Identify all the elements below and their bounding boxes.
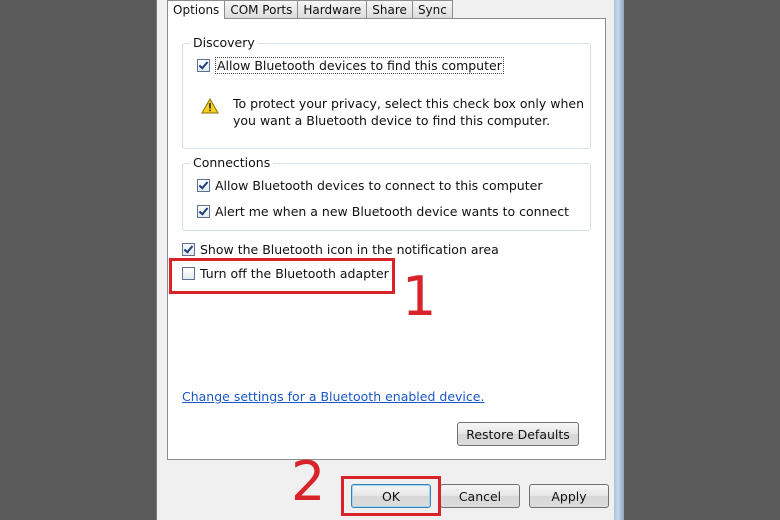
tab-hardware[interactable]: Hardware [297, 0, 368, 18]
options-page: Discovery Allow Bluetooth devices to fin… [167, 18, 606, 460]
allow-find-checkbox[interactable] [197, 59, 210, 72]
discovery-group-title: Discovery [190, 35, 258, 50]
allow-find-checkbox-row[interactable]: Allow Bluetooth devices to find this com… [197, 57, 504, 74]
discovery-group: Discovery Allow Bluetooth devices to fin… [182, 35, 591, 149]
allow-find-label: Allow Bluetooth devices to find this com… [215, 57, 504, 74]
alert-new-device-checkbox-row[interactable]: Alert me when a new Bluetooth device wan… [197, 204, 569, 219]
allow-connect-checkbox[interactable] [197, 179, 210, 192]
show-icon-checkbox[interactable] [182, 243, 195, 256]
privacy-warning-line1: To protect your privacy, select this che… [233, 96, 585, 111]
tab-options[interactable]: Options [167, 0, 226, 19]
turn-off-adapter-label: Turn off the Bluetooth adapter [200, 266, 389, 281]
show-icon-checkbox-row[interactable]: Show the Bluetooth icon in the notificat… [182, 242, 499, 257]
turn-off-adapter-checkbox-row[interactable]: Turn off the Bluetooth adapter [182, 266, 389, 281]
step-2-label: 2 [291, 450, 326, 513]
alert-new-device-label: Alert me when a new Bluetooth device wan… [215, 204, 569, 219]
tab-sync[interactable]: Sync [411, 0, 453, 18]
connections-group-title: Connections [190, 155, 274, 170]
ok-button[interactable]: OK [351, 484, 431, 508]
turn-off-adapter-checkbox[interactable] [182, 267, 195, 280]
tab-strip: Options COM Ports Hardware Share Sync [167, 0, 453, 19]
privacy-warning-line2: you want a Bluetooth device to find this… [233, 113, 551, 128]
step-1-label: 1 [402, 265, 437, 328]
tab-com-ports[interactable]: COM Ports [224, 0, 299, 18]
connections-group: Connections Allow Bluetooth devices to c… [182, 155, 591, 231]
bluetooth-settings-dialog: Options COM Ports Hardware Share Sync Di… [156, 0, 614, 520]
change-settings-link[interactable]: Change settings for a Bluetooth enabled … [182, 389, 484, 404]
cancel-button[interactable]: Cancel [440, 484, 520, 508]
warning-triangle-icon [201, 98, 219, 114]
privacy-warning-text: To protect your privacy, select this che… [233, 95, 584, 129]
allow-connect-label: Allow Bluetooth devices to connect to th… [215, 178, 543, 193]
show-icon-label: Show the Bluetooth icon in the notificat… [200, 242, 499, 257]
allow-connect-checkbox-row[interactable]: Allow Bluetooth devices to connect to th… [197, 178, 542, 193]
alert-new-device-checkbox[interactable] [197, 205, 210, 218]
apply-button[interactable]: Apply [529, 484, 609, 508]
restore-defaults-button[interactable]: Restore Defaults [457, 422, 579, 446]
tab-share[interactable]: Share [366, 0, 413, 18]
